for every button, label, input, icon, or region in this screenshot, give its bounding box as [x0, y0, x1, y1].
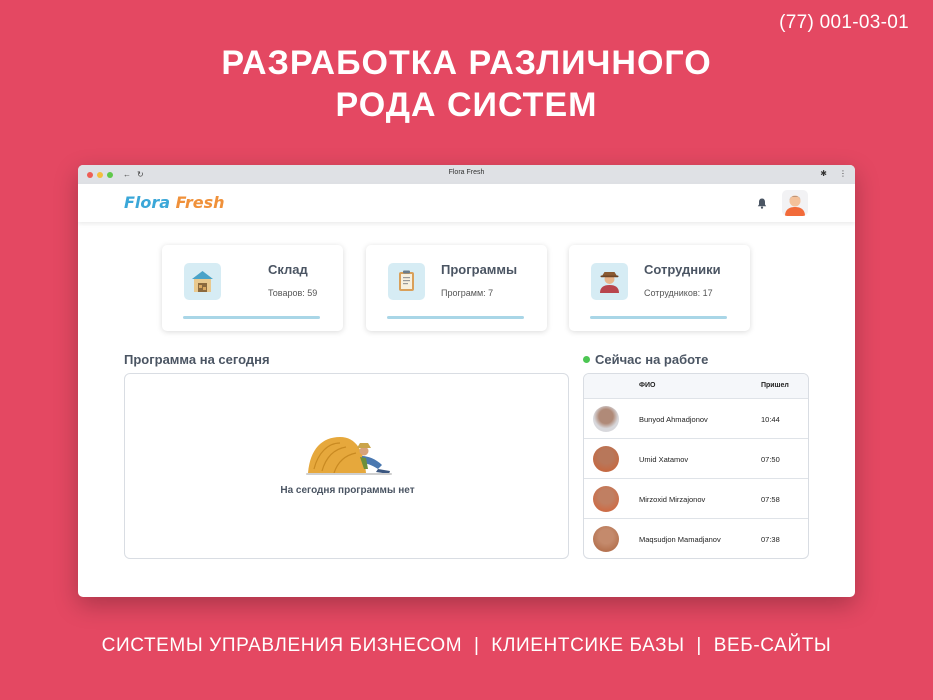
employee-name: Umid Xatamov	[639, 455, 689, 464]
warehouse-icon	[184, 263, 221, 300]
extensions-icon[interactable]: ✱	[820, 169, 827, 178]
bell-icon[interactable]	[757, 198, 767, 209]
logo-part-2: Fresh	[175, 193, 225, 212]
status-online-dot	[583, 356, 590, 363]
clipboard-icon	[388, 263, 425, 300]
table-row[interactable]: Umid Xatamov 07:50	[584, 439, 808, 479]
employee-photo	[593, 526, 619, 552]
tab-title: Flora Fresh	[448, 169, 485, 176]
card-subtitle: Товаров: 59	[268, 288, 318, 298]
headline: РАЗРАБОТКА РАЗЛИЧНОГО РОДА СИСТЕМ	[0, 42, 933, 126]
app-header: Flora Fresh	[78, 184, 855, 222]
card-warehouse[interactable]: Склад Товаров: 59	[162, 245, 343, 331]
card-progress-bar	[387, 316, 524, 319]
logo-part-1: Flora	[124, 193, 171, 212]
arrival-time: 10:44	[761, 415, 780, 424]
employee-photo	[593, 446, 619, 472]
at-work-title: Сейчас на работе	[595, 352, 709, 367]
card-progress-bar	[183, 316, 320, 319]
employee-photo	[593, 406, 619, 432]
employee-photo	[593, 486, 619, 512]
app-logo[interactable]: Flora Fresh	[124, 193, 225, 212]
card-subtitle: Сотрудников: 17	[644, 288, 713, 298]
table-row[interactable]: Maqsudjon Mamadjanov 07:38	[584, 519, 808, 558]
footer-services: СИСТЕМЫ УПРАВЛЕНИЯ БИЗНЕСОМ | КЛИЕНТСИКЕ…	[101, 635, 832, 656]
card-subtitle: Программ: 7	[441, 288, 494, 298]
card-progress-bar	[590, 316, 727, 319]
arrival-time: 07:50	[761, 455, 780, 464]
column-header-arrived[interactable]: Пришел	[761, 382, 789, 389]
card-programs[interactable]: Программы Программ: 7	[366, 245, 547, 331]
card-employees[interactable]: Сотрудники Сотрудников: 17	[569, 245, 750, 331]
table-header: ФИО Пришел	[584, 374, 808, 399]
program-today-title: Программа на сегодня	[124, 352, 270, 367]
employee-icon	[591, 263, 628, 300]
headline-line-2: РОДА СИСТЕМ	[335, 86, 598, 124]
table-row[interactable]: Bunyod Ahmadjonov 10:44	[584, 399, 808, 439]
browser-chrome: ← ↻ Flora Fresh ✱ ⋮	[78, 165, 855, 184]
empty-state-text: На сегодня программы нет	[280, 485, 415, 496]
headline-line-1: РАЗРАБОТКА РАЗЛИЧНОГО	[221, 44, 712, 82]
resting-farmer-illustration	[306, 437, 392, 475]
employee-name: Bunyod Ahmadjonov	[639, 415, 708, 424]
card-title: Склад	[268, 262, 308, 277]
table-row[interactable]: Mirzoxid Mirzajonov 07:58	[584, 479, 808, 519]
arrival-time: 07:58	[761, 495, 780, 504]
menu-kebab-icon[interactable]: ⋮	[839, 169, 847, 178]
column-header-name[interactable]: ФИО	[639, 382, 655, 389]
card-title: Программы	[441, 262, 518, 277]
program-today-panel: На сегодня программы нет	[124, 373, 569, 559]
browser-window: ← ↻ Flora Fresh ✱ ⋮ Flora Fresh Склад То…	[78, 165, 855, 597]
employee-name: Mirzoxid Mirzajonov	[639, 495, 706, 504]
user-avatar-icon[interactable]	[782, 190, 808, 216]
employee-name: Maqsudjon Mamadjanov	[639, 535, 721, 544]
arrival-time: 07:38	[761, 535, 780, 544]
phone-number: (77) 001-03-01	[779, 12, 909, 33]
at-work-table: ФИО Пришел Bunyod Ahmadjonov 10:44 Umid …	[583, 373, 809, 559]
card-title: Сотрудники	[644, 262, 721, 277]
